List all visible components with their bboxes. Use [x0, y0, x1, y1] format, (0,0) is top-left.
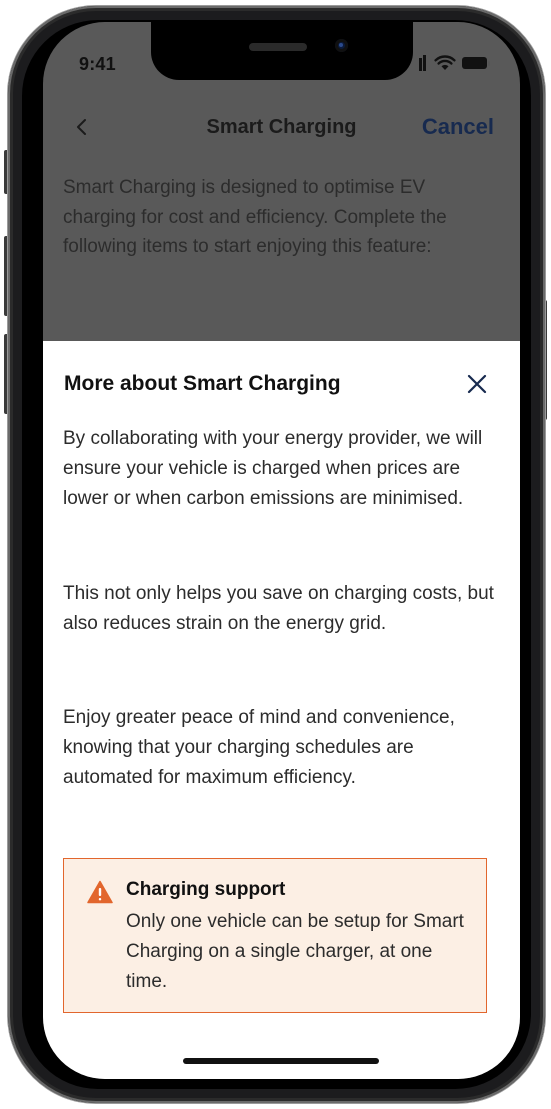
notch [151, 22, 413, 80]
info-bottom-sheet: More about Smart Charging By collaborati… [43, 341, 520, 1079]
sheet-title: More about Smart Charging [64, 372, 341, 395]
front-camera [335, 39, 348, 52]
signal-icon [418, 55, 428, 71]
home-indicator[interactable] [183, 1058, 379, 1064]
intro-text: Smart Charging is designed to optimise E… [63, 177, 447, 257]
warning-icon [87, 880, 113, 904]
sheet-paragraph: Enjoy greater peace of mind and convenie… [63, 707, 455, 788]
sheet-paragraph: By collaborating with your energy provid… [63, 428, 483, 509]
status-bar: 9:41 [43, 22, 520, 92]
battery-icon [462, 56, 492, 70]
status-time: 9:41 [79, 54, 116, 74]
wifi-icon [434, 55, 456, 70]
alert-title: Charging support [126, 879, 286, 900]
speaker [249, 43, 307, 51]
sheet-paragraph: This not only helps you save on charging… [63, 583, 494, 634]
charging-support-alert: Charging support Only one vehicle can be… [63, 858, 487, 1013]
cancel-button[interactable]: Cancel [422, 114, 494, 140]
navigation-bar: Smart Charging Cancel [43, 102, 520, 152]
close-icon[interactable] [465, 372, 489, 396]
status-icons [418, 55, 492, 71]
alert-body: Only one vehicle can be setup for Smart … [126, 911, 464, 992]
phone-screen: 9:41 Smart Charging Cancel Smart Chargin… [43, 22, 520, 1079]
